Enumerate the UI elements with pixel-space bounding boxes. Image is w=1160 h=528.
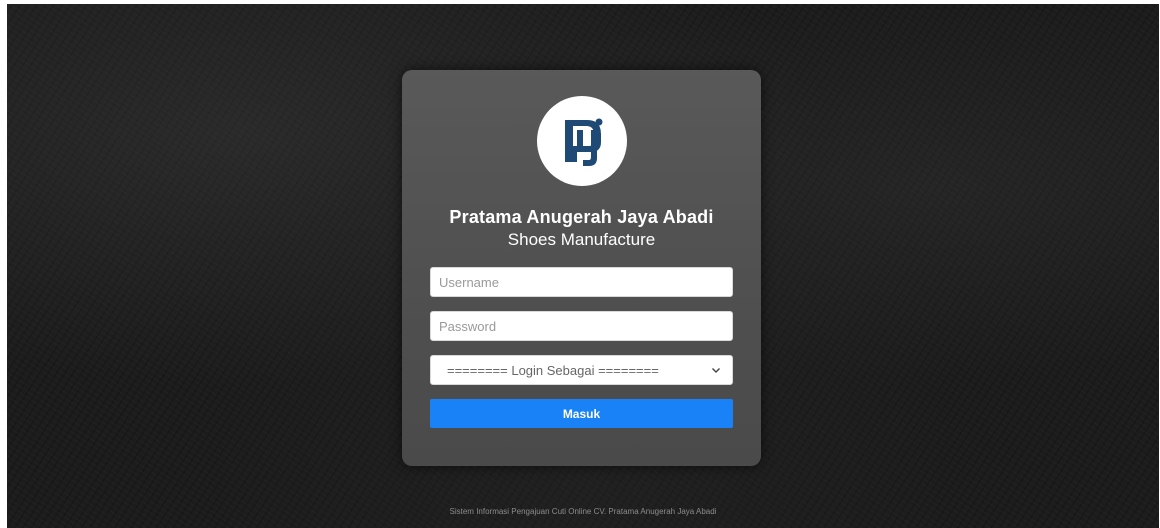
- chevron-down-icon: [710, 364, 722, 376]
- login-card: Pratama Anugerah Jaya Abadi Shoes Manufa…: [402, 70, 761, 466]
- login-page-background: Pratama Anugerah Jaya Abadi Shoes Manufa…: [7, 4, 1159, 528]
- logo-mark: [565, 118, 603, 166]
- username-input[interactable]: [430, 267, 733, 297]
- pj-logo-icon: [537, 96, 627, 186]
- footer-text: Sistem Informasi Pengajuan Cuti Online C…: [449, 507, 717, 516]
- login-role-select[interactable]: ======== Login Sebagai ========: [430, 355, 733, 385]
- login-submit-button[interactable]: Masuk: [430, 399, 733, 428]
- password-input[interactable]: [430, 311, 733, 341]
- brand-subtitle: Shoes Manufacture: [507, 230, 656, 249]
- brand-title: Pratama Anugerah Jaya Abadi: [449, 207, 714, 227]
- login-role-select-value: ======== Login Sebagai ========: [447, 362, 659, 378]
